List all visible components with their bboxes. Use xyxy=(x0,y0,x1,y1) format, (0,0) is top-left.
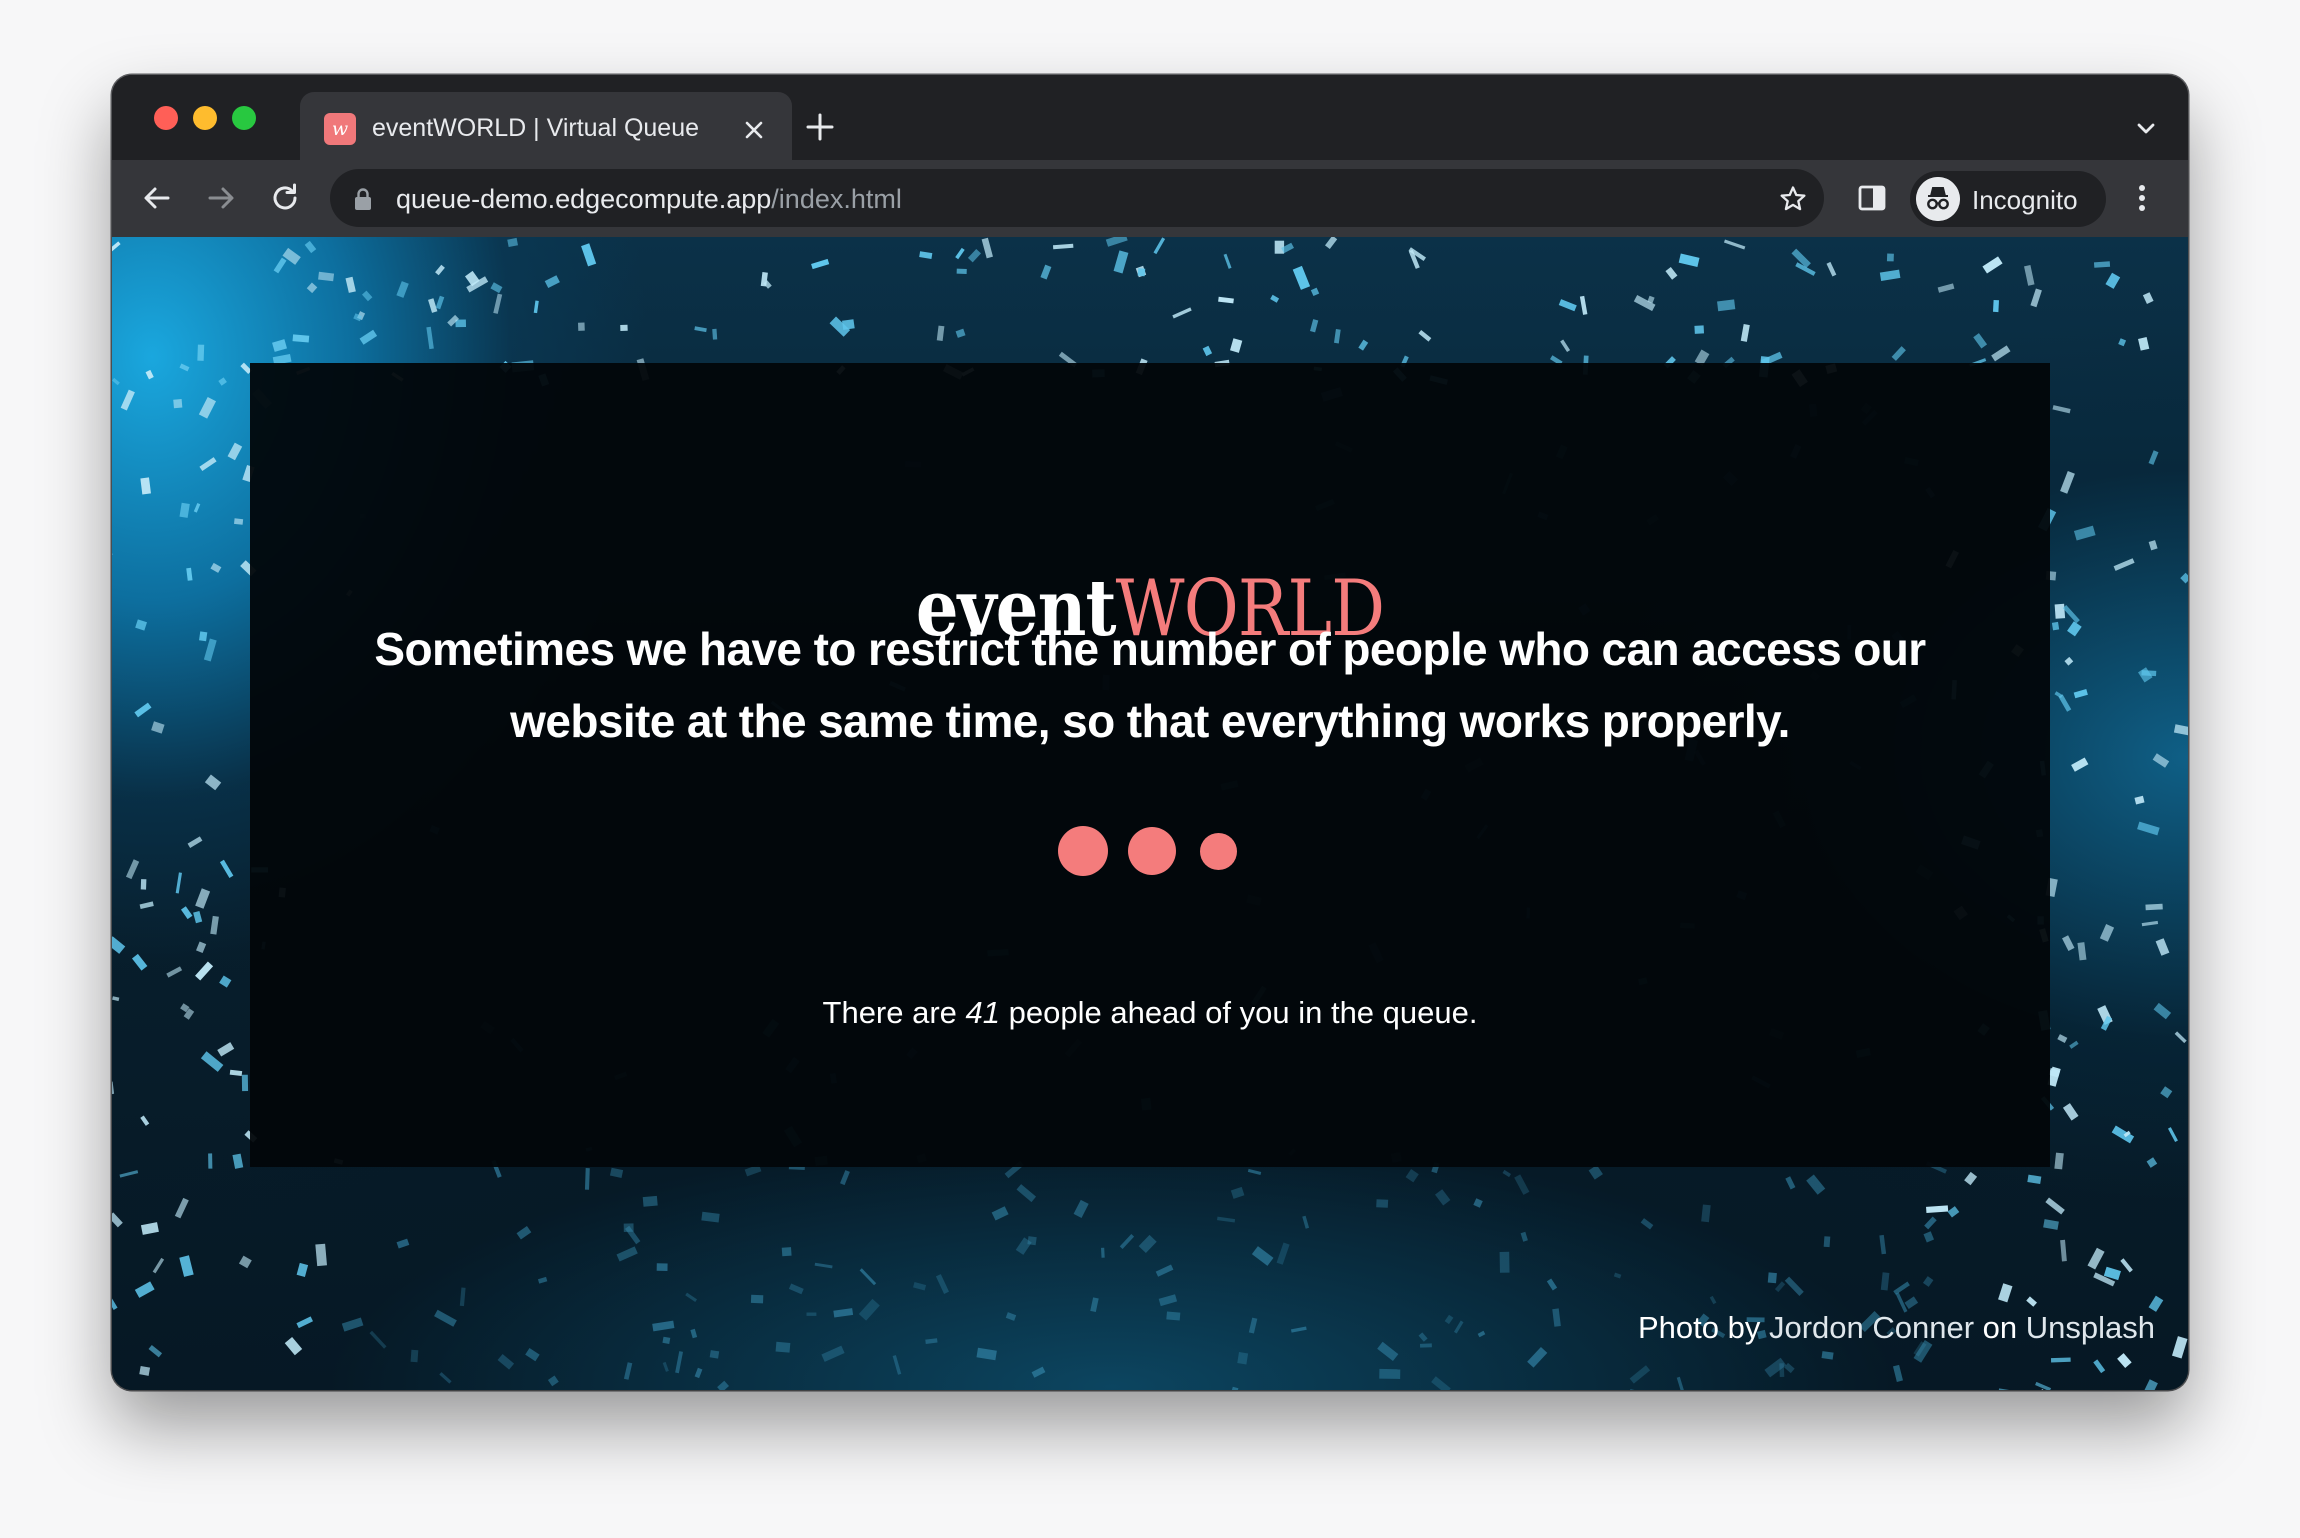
chevron-down-icon[interactable] xyxy=(2132,115,2160,143)
queue-count: 41 xyxy=(965,995,1001,1030)
back-arrow-icon[interactable] xyxy=(137,178,177,218)
browser-window: w eventWORLD | Virtual Queue queue-demo.… xyxy=(112,75,2188,1390)
plus-icon[interactable] xyxy=(802,109,838,145)
credit-middle: on xyxy=(1974,1310,2026,1345)
minimize-window-button[interactable] xyxy=(193,106,217,130)
forward-arrow-icon[interactable] xyxy=(201,178,241,218)
tab-title: eventWORLD | Virtual Queue xyxy=(372,114,700,142)
heading-line-1: Sometimes we have to restrict the number… xyxy=(374,623,1926,675)
page-content: eventWORLD Sometimes we have to restrict… xyxy=(112,237,2188,1390)
queue-card: eventWORLD Sometimes we have to restrict… xyxy=(250,363,2050,1167)
browser-toolbar: queue-demo.edgecompute.app/index.html In… xyxy=(112,160,2188,237)
loading-dot xyxy=(1200,833,1237,870)
photo-credit: Photo by Jordon Conner on Unsplash xyxy=(1638,1310,2155,1346)
heading-line-2: website at the same time, so that everyt… xyxy=(510,695,1790,747)
more-vert-icon[interactable] xyxy=(2122,178,2162,218)
tab-strip: w eventWORLD | Virtual Queue xyxy=(112,75,2188,160)
queue-suffix: people ahead of you in the queue. xyxy=(1000,995,1478,1030)
queue-prefix: There are xyxy=(822,995,966,1030)
close-icon[interactable] xyxy=(740,116,768,144)
incognito-label: Incognito xyxy=(1972,185,2078,215)
address-bar[interactable]: queue-demo.edgecompute.app/index.html xyxy=(330,169,1824,227)
url-host: queue-demo.edgecompute.app xyxy=(396,184,772,214)
star-icon[interactable] xyxy=(1778,184,1808,214)
loading-dots xyxy=(250,826,2050,876)
reload-icon[interactable] xyxy=(265,178,305,218)
zoom-window-button[interactable] xyxy=(232,106,256,130)
credit-prefix: Photo by xyxy=(1637,1310,1769,1345)
lock-icon[interactable] xyxy=(352,187,374,211)
incognito-icon xyxy=(1916,177,1960,221)
queue-explanation-heading: Sometimes we have to restrict the number… xyxy=(340,613,1960,757)
url-text[interactable]: queue-demo.edgecompute.app/index.html xyxy=(396,184,902,215)
photographer-link[interactable]: Jordon Conner xyxy=(1769,1310,1974,1345)
loading-dot xyxy=(1058,826,1108,876)
loading-dot xyxy=(1128,827,1176,875)
close-window-button[interactable] xyxy=(154,106,178,130)
tab-virtual-queue[interactable]: w eventWORLD | Virtual Queue xyxy=(300,92,792,160)
queue-status: There are 41 people ahead of you in the … xyxy=(250,995,2050,1031)
unsplash-link[interactable]: Unsplash xyxy=(2026,1310,2155,1345)
incognito-profile-button[interactable]: Incognito xyxy=(1910,171,2106,227)
side-panel-icon[interactable] xyxy=(1856,182,1888,214)
url-path: /index.html xyxy=(771,184,902,214)
favicon-icon: w xyxy=(324,113,356,145)
